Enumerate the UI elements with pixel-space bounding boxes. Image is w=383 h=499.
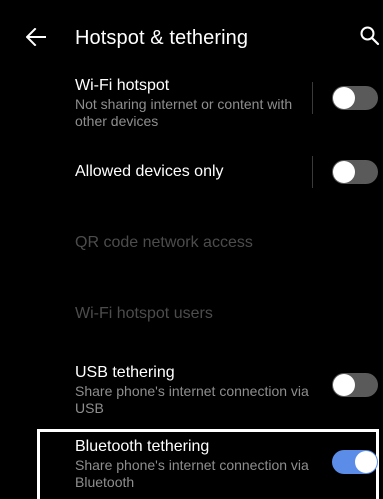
- wifi-hotspot-row[interactable]: Wi-Fi hotspot Not sharing internet or co…: [0, 76, 383, 136]
- usb-tethering-summary: Share phone's internet connection via US…: [75, 383, 309, 416]
- allowed-devices-switch[interactable]: [332, 160, 378, 184]
- switch-thumb: [333, 374, 355, 396]
- search-button[interactable]: [359, 25, 381, 47]
- usb-tethering-row[interactable]: USB tethering Share phone's internet con…: [0, 363, 383, 419]
- wifi-hotspot-switch[interactable]: [332, 86, 378, 110]
- switch-thumb: [355, 451, 377, 473]
- hotspot-users-row: Wi-Fi hotspot users: [0, 293, 383, 333]
- wifi-hotspot-title: Wi-Fi hotspot: [75, 77, 170, 94]
- page-title: Hotspot & tethering: [75, 27, 249, 49]
- row-divider: [312, 156, 313, 188]
- allowed-devices-row[interactable]: Allowed devices only: [0, 150, 383, 194]
- switch-thumb: [333, 87, 355, 109]
- bluetooth-tethering-switch[interactable]: [332, 450, 378, 474]
- usb-tethering-title: USB tethering: [75, 364, 175, 381]
- allowed-devices-title: Allowed devices only: [75, 163, 224, 180]
- hotspot-users-title: Wi-Fi hotspot users: [75, 305, 213, 322]
- bluetooth-tethering-title: Bluetooth tethering: [75, 438, 210, 455]
- back-button[interactable]: [23, 26, 49, 48]
- qr-code-access-row: QR code network access: [0, 222, 383, 262]
- usb-tethering-switch[interactable]: [332, 373, 378, 397]
- row-divider: [312, 82, 313, 114]
- switch-thumb: [333, 161, 355, 183]
- bluetooth-tethering-summary: Share phone's internet connection via Bl…: [75, 457, 309, 490]
- search-icon: [360, 26, 380, 46]
- qr-code-access-title: QR code network access: [75, 234, 253, 251]
- wifi-hotspot-summary: Not sharing internet or content with oth…: [75, 96, 293, 129]
- app-bar: Hotspot & tethering: [0, 0, 383, 76]
- arrow-left-icon: [26, 28, 46, 46]
- bluetooth-tethering-row[interactable]: Bluetooth tethering Share phone's intern…: [0, 437, 383, 490]
